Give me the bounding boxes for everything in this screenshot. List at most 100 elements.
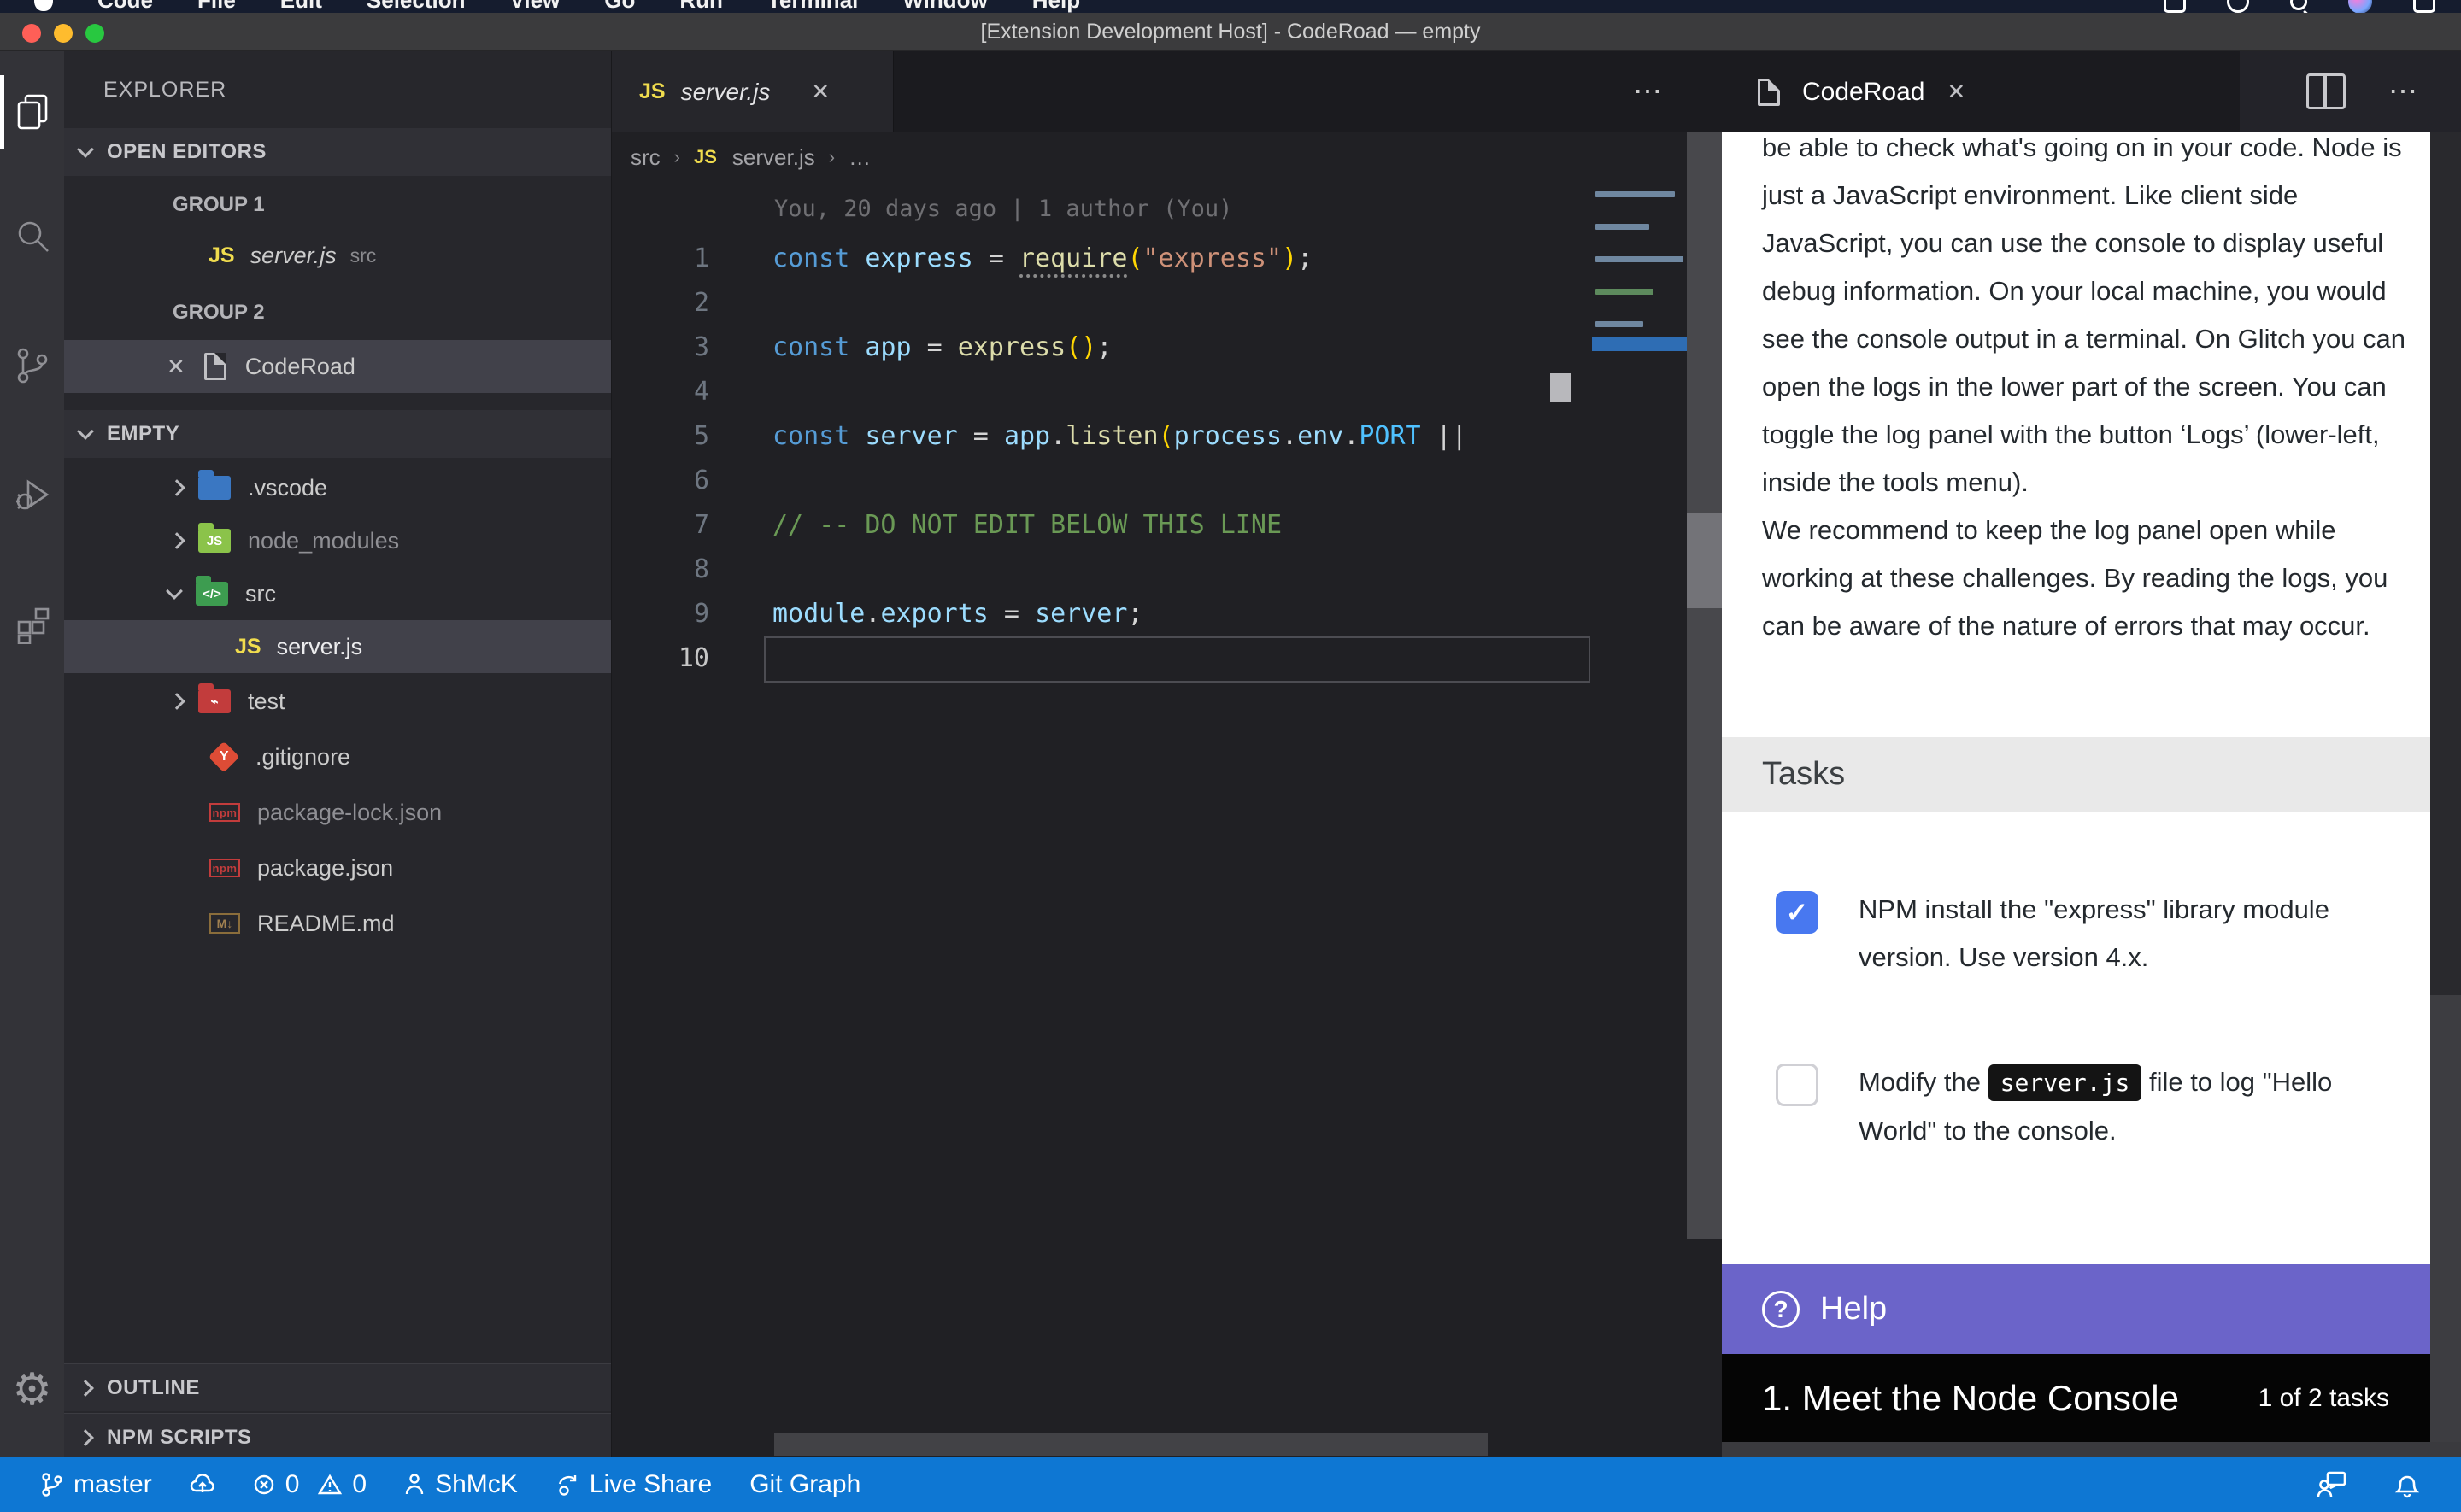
- menu-item-help[interactable]: Help: [1032, 0, 1080, 13]
- live-share-item[interactable]: Live Share: [555, 1470, 712, 1499]
- code-line: 7// -- DO NOT EDIT BELOW THIS LINE: [612, 503, 1686, 548]
- git-icon: Y: [209, 741, 240, 773]
- git-branch-item[interactable]: master: [41, 1470, 152, 1499]
- tasks-section-header: Tasks: [1722, 737, 2430, 812]
- menu-item-run[interactable]: Run: [679, 0, 723, 13]
- tab-serverjs[interactable]: JS server.js ✕: [612, 51, 894, 132]
- split-editor-icon[interactable]: [2306, 73, 2346, 109]
- vscode-window: Code File Edit Selection View Go Run Ter…: [0, 0, 2461, 1512]
- feedback-icon[interactable]: [2317, 1471, 2346, 1498]
- menu-item-file[interactable]: File: [197, 0, 236, 13]
- apple-menu-icon[interactable]: [34, 0, 53, 11]
- publish-changes-item[interactable]: [190, 1474, 215, 1496]
- tree-item-src[interactable]: </> src: [64, 567, 611, 620]
- menu-item-window[interactable]: Window: [902, 0, 987, 13]
- js-file-icon: JS: [694, 146, 717, 168]
- panel-more-icon[interactable]: ⋯: [2388, 51, 2417, 132]
- code-line: 3const app = express();: [612, 325, 1686, 370]
- close-tab-icon[interactable]: ✕: [811, 79, 830, 105]
- help-question-icon: ?: [1762, 1291, 1800, 1328]
- status-menu-icon[interactable]: [2227, 0, 2249, 13]
- webview-scrollbar[interactable]: [2430, 132, 2461, 1442]
- menu-item-code[interactable]: Code: [97, 0, 153, 13]
- tree-item-node-modules[interactable]: JS node_modules: [64, 514, 611, 567]
- notifications-bell-icon[interactable]: [2394, 1471, 2420, 1498]
- task2-checkbox-unchecked[interactable]: [1776, 1064, 1818, 1106]
- menu-item-go[interactable]: Go: [604, 0, 635, 13]
- explorer-icon[interactable]: [0, 73, 64, 149]
- extensions-icon[interactable]: [0, 586, 64, 663]
- editor-scrollbar-thumb[interactable]: [1550, 373, 1571, 402]
- user-account-item[interactable]: ShMcK: [404, 1470, 518, 1499]
- tree-item-package-lock[interactable]: npm package-lock.json: [64, 786, 611, 839]
- menu-item-selection[interactable]: Selection: [367, 0, 466, 13]
- npm-scripts-header[interactable]: NPM SCRIPTS: [64, 1413, 611, 1461]
- chevron-right-icon: ›: [829, 146, 835, 168]
- live-share-icon: [555, 1473, 579, 1497]
- warning-icon: [318, 1474, 342, 1496]
- tab-coderoad[interactable]: CodeRoad ✕: [1722, 51, 2240, 132]
- search-icon[interactable]: [0, 198, 64, 275]
- markdown-icon: M↓: [209, 913, 240, 934]
- status-menu-icon[interactable]: [2164, 0, 2186, 13]
- webview-file-icon: [204, 353, 226, 380]
- menu-item-edit[interactable]: Edit: [280, 0, 322, 13]
- vertical-scrollbar[interactable]: [1687, 132, 1723, 1239]
- spotlight-icon[interactable]: [2290, 0, 2307, 10]
- tree-item-package-json[interactable]: npm package.json: [64, 841, 611, 894]
- open-editors-header[interactable]: OPEN EDITORS: [64, 128, 611, 176]
- control-center-icon[interactable]: [2413, 0, 2435, 13]
- outline-header[interactable]: OUTLINE: [64, 1363, 611, 1411]
- code-line: 8: [612, 548, 1686, 592]
- npm-icon: npm: [209, 803, 240, 822]
- status-bar: master 0 0 ShMcK Live Share Git Graph: [0, 1457, 2461, 1512]
- breadcrumb-more[interactable]: …: [849, 144, 871, 171]
- lesson-progress: 1 of 2 tasks: [2258, 1384, 2389, 1413]
- problems-item[interactable]: 0 0: [253, 1470, 367, 1499]
- tree-item-gitignore[interactable]: Y .gitignore: [64, 730, 611, 783]
- chevron-right-icon: ›: [674, 146, 680, 168]
- help-button[interactable]: ? Help: [1722, 1264, 2430, 1354]
- tree-item-vscode[interactable]: .vscode: [64, 461, 611, 514]
- open-editor-serverjs[interactable]: JS server.js src: [64, 229, 611, 282]
- lesson-paragraph: We recommend to keep the log panel open …: [1762, 507, 2413, 650]
- code-line: 4: [612, 370, 1686, 414]
- breadcrumb-file[interactable]: server.js: [732, 144, 815, 171]
- run-debug-icon[interactable]: [0, 456, 64, 533]
- editor-group2-label: GROUP 2: [64, 289, 611, 337]
- menu-item-view[interactable]: View: [510, 0, 561, 13]
- macos-menu-bar: Code File Edit Selection View Go Run Ter…: [0, 0, 2461, 13]
- webview-scrollbar-thumb[interactable]: [2430, 132, 2461, 995]
- minimap[interactable]: [1592, 186, 1687, 425]
- siri-icon[interactable]: [2348, 0, 2372, 13]
- vertical-scrollbar-thumb[interactable]: [1687, 513, 1723, 608]
- open-editor-coderoad[interactable]: ✕ CodeRoad: [64, 340, 611, 393]
- task2-text: Modify the server.js file to log "Hello …: [1859, 1058, 2410, 1155]
- panel-tab-bar: CodeRoad ✕ ⋯: [1722, 51, 2461, 132]
- close-icon[interactable]: ✕: [167, 354, 185, 380]
- coderoad-panel: CodeRoad ✕ ⋯ be able to check what's goi…: [1722, 51, 2461, 1457]
- tree-item-serverjs-selected[interactable]: JS server.js: [64, 620, 611, 673]
- settings-gear-icon[interactable]: ⚙: [0, 1351, 64, 1428]
- branch-icon: [41, 1472, 63, 1497]
- lesson-bar[interactable]: 1. Meet the Node Console 1 of 2 tasks: [1722, 1354, 2430, 1442]
- chevron-right-icon: [168, 479, 185, 496]
- code-line: 9module.exports = server;: [612, 592, 1686, 636]
- menu-item-terminal[interactable]: Terminal: [767, 0, 858, 13]
- editor-actions-more-icon[interactable]: ⋯: [1633, 51, 1662, 132]
- close-tab-icon[interactable]: ✕: [1947, 79, 1965, 105]
- git-graph-item[interactable]: Git Graph: [749, 1470, 860, 1499]
- workbench: ⚙ EXPLORER OPEN EDITORS GROUP 1 JS serve…: [0, 51, 2461, 1457]
- editor-tab-bar: JS server.js ✕ ⋯: [612, 51, 1722, 132]
- chevron-right-icon: [168, 693, 185, 710]
- source-control-icon[interactable]: [0, 327, 64, 404]
- workspace-section-header[interactable]: EMPTY: [64, 410, 611, 458]
- tree-item-test[interactable]: ⌁ test: [64, 675, 611, 728]
- js-file-icon: JS: [209, 243, 235, 268]
- task1-checkbox-checked[interactable]: ✓: [1776, 891, 1818, 934]
- breadcrumb-folder[interactable]: src: [631, 144, 661, 171]
- tree-item-readme[interactable]: M↓ README.md: [64, 897, 611, 950]
- code-area[interactable]: You, 20 days ago | 1 author (You) 1const…: [612, 182, 1686, 1457]
- chevron-down-icon: [77, 141, 94, 158]
- horizontal-scrollbar-thumb[interactable]: [774, 1433, 1488, 1456]
